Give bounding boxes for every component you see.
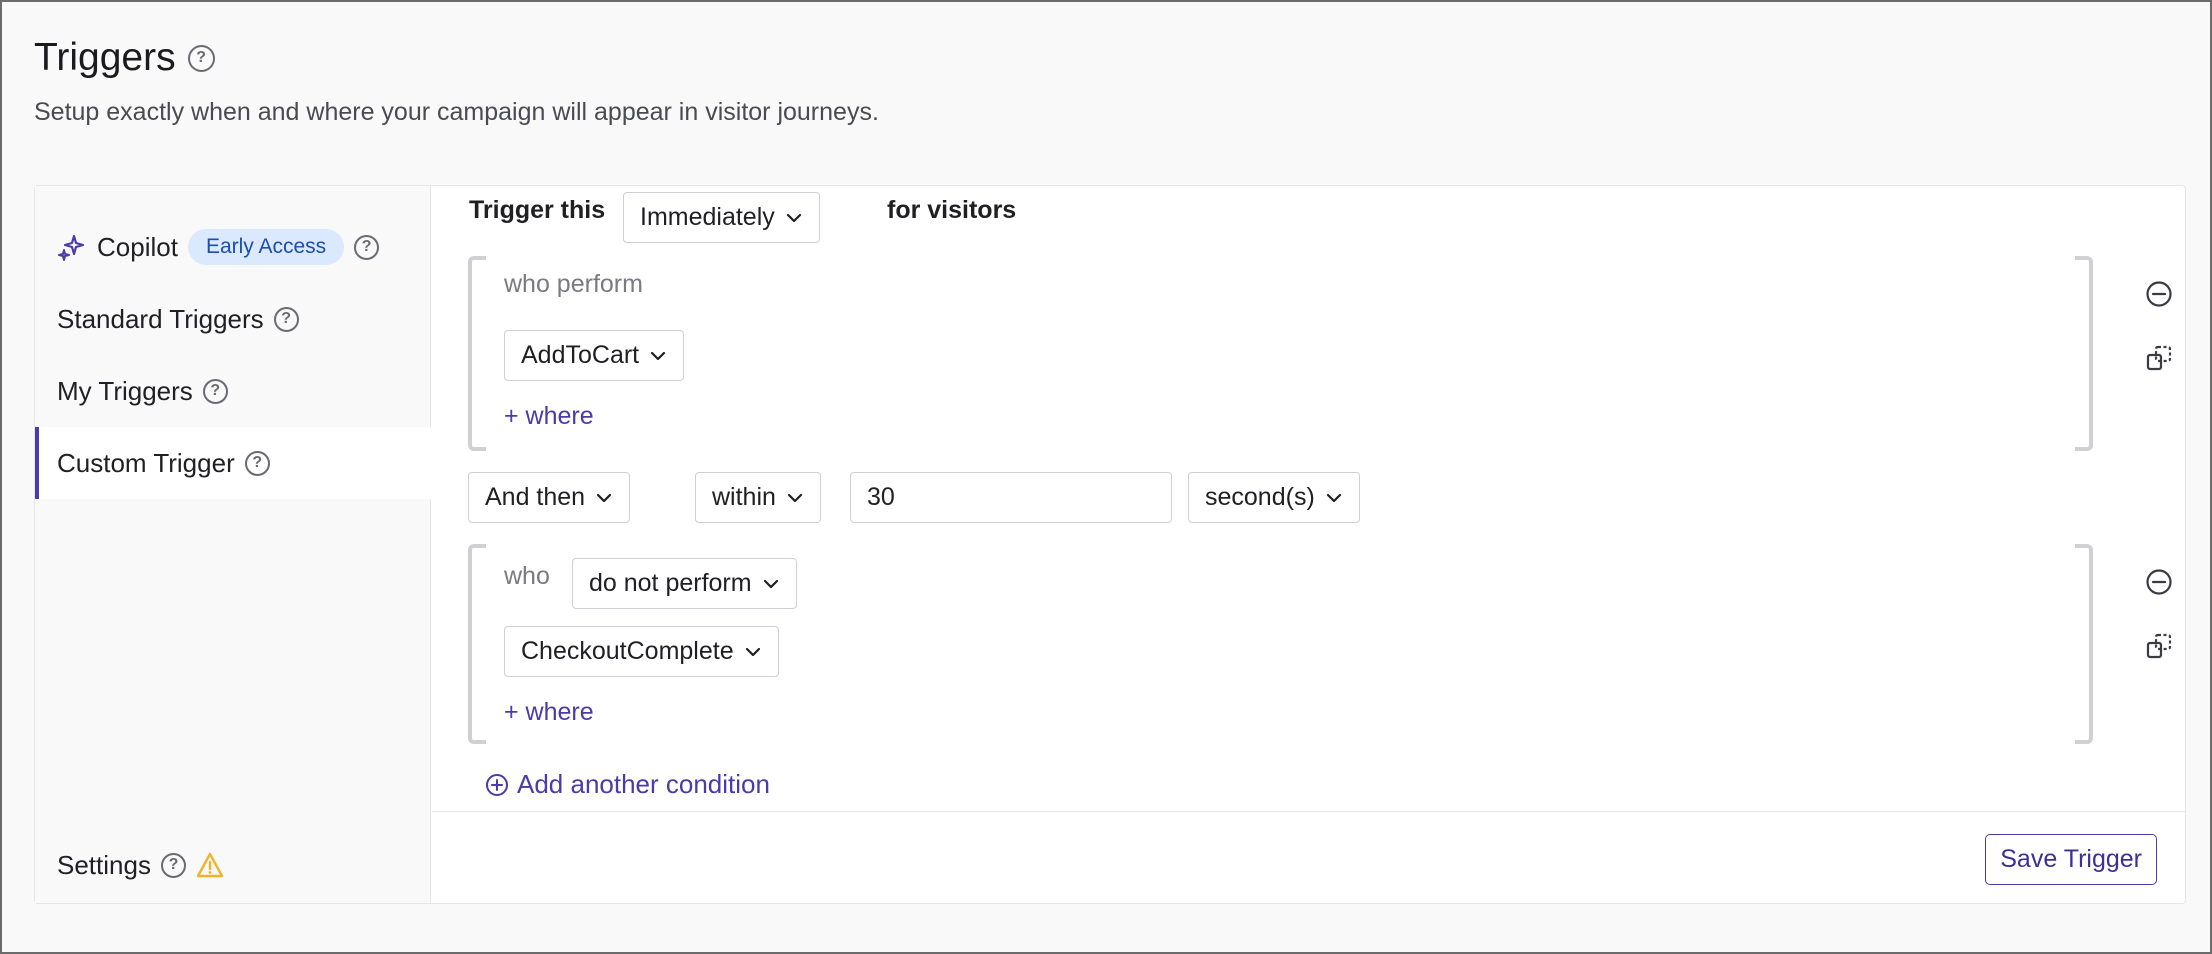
event-dropdown[interactable]: AddToCart xyxy=(504,330,685,381)
condition-block: who perform AddToCart + where xyxy=(468,256,2093,451)
remove-condition-icon[interactable] xyxy=(2145,568,2173,596)
event-value: CheckoutComplete xyxy=(521,637,734,665)
add-where-link[interactable]: + where xyxy=(504,698,594,727)
who-label: who xyxy=(504,562,550,590)
custom-trigger-editor: Trigger this Immediately for visitors wh… xyxy=(432,186,2185,903)
sparkles-icon xyxy=(58,234,85,261)
chevron-down-icon xyxy=(651,351,666,360)
help-icon[interactable]: ? xyxy=(273,306,299,332)
editor-footer: Save Trigger xyxy=(432,811,2185,903)
sidebar-item-copilot[interactable]: Copilot Early Access ? xyxy=(35,211,431,283)
trigger-suffix-label: for visitors xyxy=(887,196,1017,224)
bracket-left xyxy=(468,544,486,744)
trigger-prefix-label: Trigger this xyxy=(469,196,606,224)
perform-action-dropdown[interactable]: do not perform xyxy=(572,558,797,609)
sidebar-item-my-triggers[interactable]: My Triggers ? xyxy=(35,355,431,427)
page-title-text: Triggers xyxy=(34,36,176,79)
help-icon[interactable]: ? xyxy=(202,378,228,404)
window-dropdown[interactable]: within xyxy=(695,472,821,523)
sidebar-item-standard-triggers[interactable]: Standard Triggers ? xyxy=(35,283,431,355)
remove-condition-icon[interactable] xyxy=(2145,280,2173,308)
chevron-down-icon xyxy=(763,579,778,588)
chevron-down-icon xyxy=(786,213,801,222)
sidebar-item-label: Settings xyxy=(57,849,151,880)
sequence-dropdown[interactable]: And then xyxy=(468,472,631,523)
help-icon[interactable]: ? xyxy=(160,852,186,878)
page-title: Triggers ? xyxy=(34,36,215,80)
sidebar-item-settings[interactable]: Settings ? xyxy=(35,829,431,901)
sequence-value: And then xyxy=(485,483,586,511)
time-unit-dropdown[interactable]: second(s) xyxy=(1188,472,1360,523)
bracket-left xyxy=(468,256,486,451)
perform-action-value: do not perform xyxy=(589,569,752,597)
chevron-down-icon xyxy=(1326,493,1341,502)
window-value: within xyxy=(712,483,776,511)
add-condition-label: Add another condition xyxy=(517,769,770,799)
timing-value: Immediately xyxy=(640,203,775,231)
add-where-link[interactable]: + where xyxy=(504,402,594,431)
chevron-down-icon xyxy=(745,647,760,656)
timing-dropdown[interactable]: Immediately xyxy=(623,192,820,243)
event-value: AddToCart xyxy=(521,341,640,369)
triggers-card: Copilot Early Access ? Standard Triggers… xyxy=(34,185,2186,904)
sidebar-item-label: Custom Trigger xyxy=(57,447,235,478)
trigger-type-sidebar: Copilot Early Access ? Standard Triggers… xyxy=(35,186,431,903)
bracket-right xyxy=(2075,544,2093,744)
early-access-badge: Early Access xyxy=(187,229,345,265)
warning-icon xyxy=(196,852,224,878)
time-amount-value: 30 xyxy=(867,483,895,511)
chevron-down-icon xyxy=(596,493,612,502)
chevron-down-icon xyxy=(787,493,803,502)
sidebar-item-label: Copilot xyxy=(97,231,178,262)
event-dropdown[interactable]: CheckoutComplete xyxy=(504,626,779,677)
help-icon[interactable]: ? xyxy=(187,44,215,72)
who-perform-label: who perform xyxy=(504,270,643,298)
help-icon[interactable]: ? xyxy=(244,450,270,476)
sidebar-item-label: Standard Triggers xyxy=(57,303,264,334)
duplicate-condition-icon[interactable] xyxy=(2145,344,2173,372)
add-condition-button[interactable]: Add another condition xyxy=(485,769,770,800)
save-trigger-button[interactable]: Save Trigger xyxy=(1985,834,2157,885)
time-unit-value: second(s) xyxy=(1205,483,1315,511)
condition-block: who do not perform CheckoutComplete + wh… xyxy=(468,544,2093,744)
sidebar-item-label: My Triggers xyxy=(57,375,193,406)
page-subtitle: Setup exactly when and where your campai… xyxy=(34,98,879,126)
sidebar-item-custom-trigger[interactable]: Custom Trigger ? xyxy=(35,427,431,499)
time-amount-input[interactable]: 30 xyxy=(850,472,1172,523)
plus-circle-icon xyxy=(486,773,508,796)
bracket-right xyxy=(2075,256,2093,451)
duplicate-condition-icon[interactable] xyxy=(2145,632,2173,660)
help-icon[interactable]: ? xyxy=(354,234,380,260)
